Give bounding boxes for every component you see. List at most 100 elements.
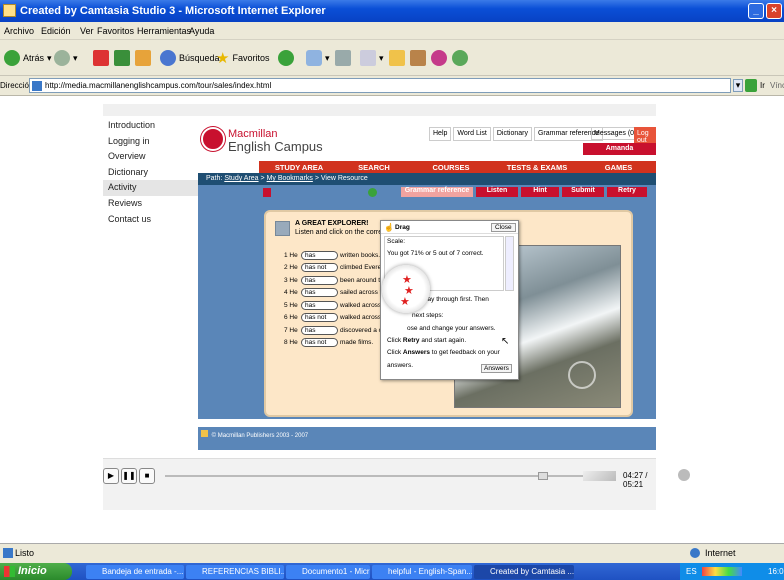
back-label: Atrás [23, 53, 45, 63]
print-button[interactable] [335, 49, 351, 67]
pause-icon[interactable]: ❚❚ [121, 468, 137, 484]
mail-button[interactable]: ▾ [306, 49, 330, 67]
forward-button[interactable]: ▾ [54, 49, 78, 67]
hint-button[interactable]: Hint [521, 187, 559, 197]
volume-icon[interactable] [678, 469, 690, 481]
answer-select[interactable]: has [301, 325, 338, 335]
breadcrumb: Path: Study Area > My Bookmarks > View R… [198, 173, 656, 185]
nav-study-area[interactable]: STUDY AREA [259, 161, 339, 173]
menu-archivo[interactable]: Archivo [4, 26, 34, 36]
stop-icon[interactable]: ■ [139, 468, 155, 484]
chevron-down-icon: ▾ [379, 52, 384, 63]
text-fragment: Click [387, 337, 403, 344]
row-number: 5 He [284, 301, 298, 309]
windows-taskbar: Inicio Bandeja de entrada -... REFERENCI… [0, 563, 784, 580]
nav-search[interactable]: SEARCH [339, 161, 409, 173]
search-button[interactable]: Búsqueda [160, 49, 220, 67]
row-number: 6 He [284, 314, 298, 322]
menu-ayuda[interactable]: Ayuda [189, 26, 214, 36]
go-arrow-icon[interactable] [745, 79, 757, 92]
breadcrumb-study-area[interactable]: Study Area [224, 175, 258, 182]
volume-slider[interactable] [583, 471, 616, 481]
taskbar-item-documento1[interactable]: Documento1 - Micros... [286, 565, 370, 579]
play-icon[interactable]: ▶ [103, 468, 119, 484]
answer-select[interactable]: has not [301, 338, 338, 348]
popup-header[interactable]: ☝ Drag Close [381, 221, 518, 234]
sidebar-item-overview[interactable]: Overview [103, 149, 198, 165]
popup-scrollbar[interactable] [505, 236, 514, 291]
messages-link[interactable]: Messages (0) [591, 127, 640, 140]
nav-tests-exams[interactable]: TESTS & EXAMS [493, 161, 581, 173]
answer-select[interactable]: has not [301, 313, 338, 323]
tray-icons[interactable] [702, 567, 742, 576]
menu-herramientas[interactable]: Herramientas [137, 26, 191, 36]
popup-text-line: next steps: [412, 312, 444, 319]
stop-button[interactable] [93, 49, 109, 67]
progress-thumb[interactable] [538, 472, 548, 480]
sidebar-item-contact-us[interactable]: Contact us [103, 212, 198, 228]
submit-button[interactable]: Submit [562, 187, 604, 197]
listen-button[interactable]: Listen [476, 187, 518, 197]
popup-close-button[interactable]: Close [491, 223, 516, 232]
dictionary-link[interactable]: Dictionary [492, 127, 532, 141]
sidebar-item-logging-in[interactable]: Logging in [103, 134, 198, 150]
breadcrumb-my-bookmarks[interactable]: My Bookmarks [267, 175, 313, 182]
messenger-button[interactable] [431, 49, 447, 67]
menu-favoritos[interactable]: Favoritos [97, 26, 134, 36]
links-label[interactable]: Vínculos [770, 81, 784, 90]
task-label: REFERENCIAS BIBLI... [202, 567, 284, 576]
answers-button[interactable]: Answers [481, 364, 512, 373]
progress-track[interactable] [165, 472, 615, 480]
taskbar-item-camtasia[interactable]: Created by Camtasia ... [474, 565, 574, 579]
language-indicator[interactable]: ES [686, 567, 697, 576]
go-label[interactable]: Ir [760, 81, 765, 90]
taskbar-item-referencias[interactable]: REFERENCIAS BIBLI... [186, 565, 284, 579]
taskbar-item-inbox[interactable]: Bandeja de entrada -... [86, 565, 184, 579]
home-button[interactable] [135, 49, 151, 67]
start-button[interactable]: Inicio [0, 563, 72, 580]
history-button[interactable] [278, 49, 294, 67]
back-button[interactable]: Atrás ▾ [4, 49, 52, 67]
answer-select[interactable]: has [301, 250, 338, 260]
sidebar-item-introduction[interactable]: Introduction [103, 118, 198, 134]
close-window-button[interactable]: × [766, 3, 782, 19]
minimize-button[interactable]: _ [748, 3, 764, 19]
help-link[interactable]: Help [429, 127, 452, 141]
folder-button[interactable] [389, 49, 405, 67]
grammar-reference-button[interactable]: Grammar reference [401, 187, 473, 197]
word-list-link[interactable]: Word List [453, 127, 491, 141]
nav-games[interactable]: GAMES [581, 161, 656, 173]
answer-select[interactable]: has [301, 288, 338, 298]
address-dropdown-icon[interactable]: ▾ [733, 79, 743, 92]
search-icon [160, 50, 176, 66]
page-header-strip [103, 104, 656, 116]
research-button[interactable] [410, 49, 426, 67]
people-button[interactable] [452, 49, 468, 67]
page-content: Introduction Logging in Overview Diction… [0, 96, 784, 543]
answer-select[interactable]: has [301, 275, 338, 285]
refresh-icon [114, 50, 130, 66]
sidebar-item-reviews[interactable]: Reviews [103, 196, 198, 212]
taskbar-item-helpful[interactable]: helpful - English-Span... [372, 565, 472, 579]
refresh-button[interactable] [114, 49, 130, 67]
menu-edicion[interactable]: Edición [41, 26, 71, 36]
favorites-button[interactable]: ★ Favoritos [216, 49, 269, 67]
print-icon [335, 50, 351, 66]
sidebar-item-dictionary[interactable]: Dictionary [103, 165, 198, 181]
answer-select[interactable]: has [301, 300, 338, 310]
address-url: http://media.macmillanenglishcampus.com/… [45, 81, 272, 90]
tour-sidebar: Introduction Logging in Overview Diction… [103, 118, 198, 227]
address-input[interactable]: http://media.macmillanenglishcampus.com/… [29, 78, 731, 93]
menu-ver[interactable]: Ver [80, 26, 94, 36]
collapse-icon[interactable] [263, 188, 271, 197]
retry-button[interactable]: Retry [607, 187, 647, 197]
exercise-title: A GREAT EXPLORER! [295, 220, 369, 227]
answer-select[interactable]: has not [301, 263, 338, 273]
search-label: Búsqueda [179, 53, 220, 63]
mouse-cursor-icon: ↖ [501, 336, 510, 347]
sidebar-item-activity[interactable]: Activity [103, 180, 198, 196]
text-fragment: to get feedback on your [430, 349, 500, 356]
logo-line2: English Campus [228, 139, 323, 154]
nav-courses[interactable]: COURSES [409, 161, 493, 173]
edit-button[interactable]: ▾ [360, 49, 384, 67]
